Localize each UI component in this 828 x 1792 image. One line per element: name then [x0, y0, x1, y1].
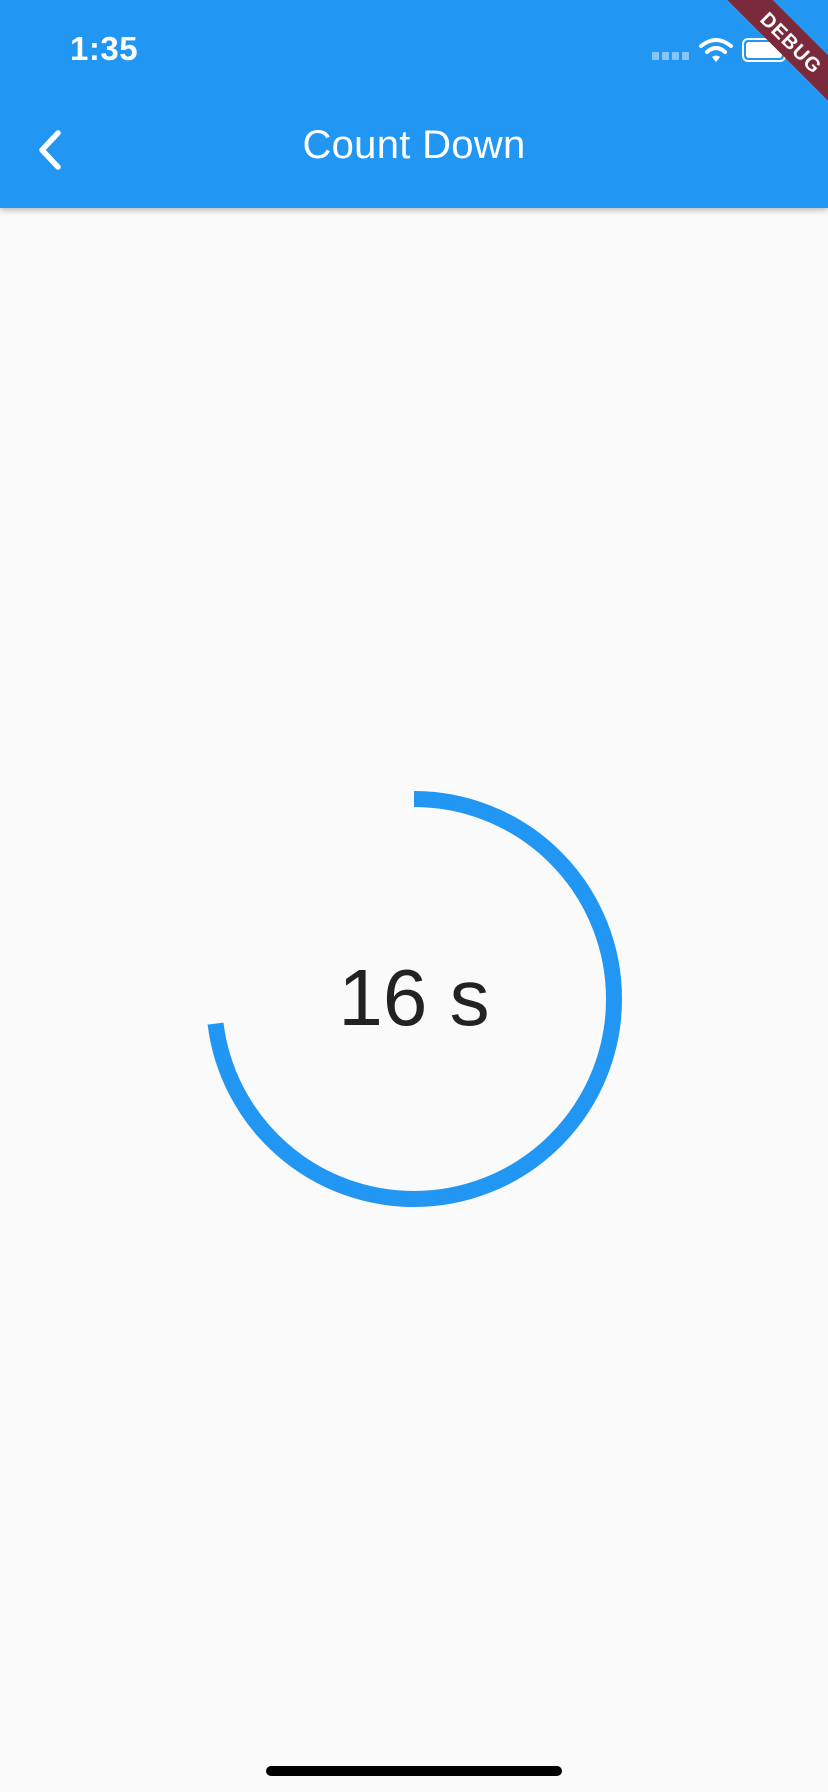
home-indicator — [266, 1766, 562, 1776]
battery-icon — [742, 38, 790, 62]
wifi-icon — [699, 38, 733, 62]
countdown-display: 16 s — [338, 953, 490, 1042]
app-bar: 1:35 Count Down — [0, 0, 828, 208]
page-title: Count Down — [302, 123, 526, 167]
cellular-signal-icon — [652, 52, 690, 62]
status-time: 1:35 — [70, 30, 139, 67]
